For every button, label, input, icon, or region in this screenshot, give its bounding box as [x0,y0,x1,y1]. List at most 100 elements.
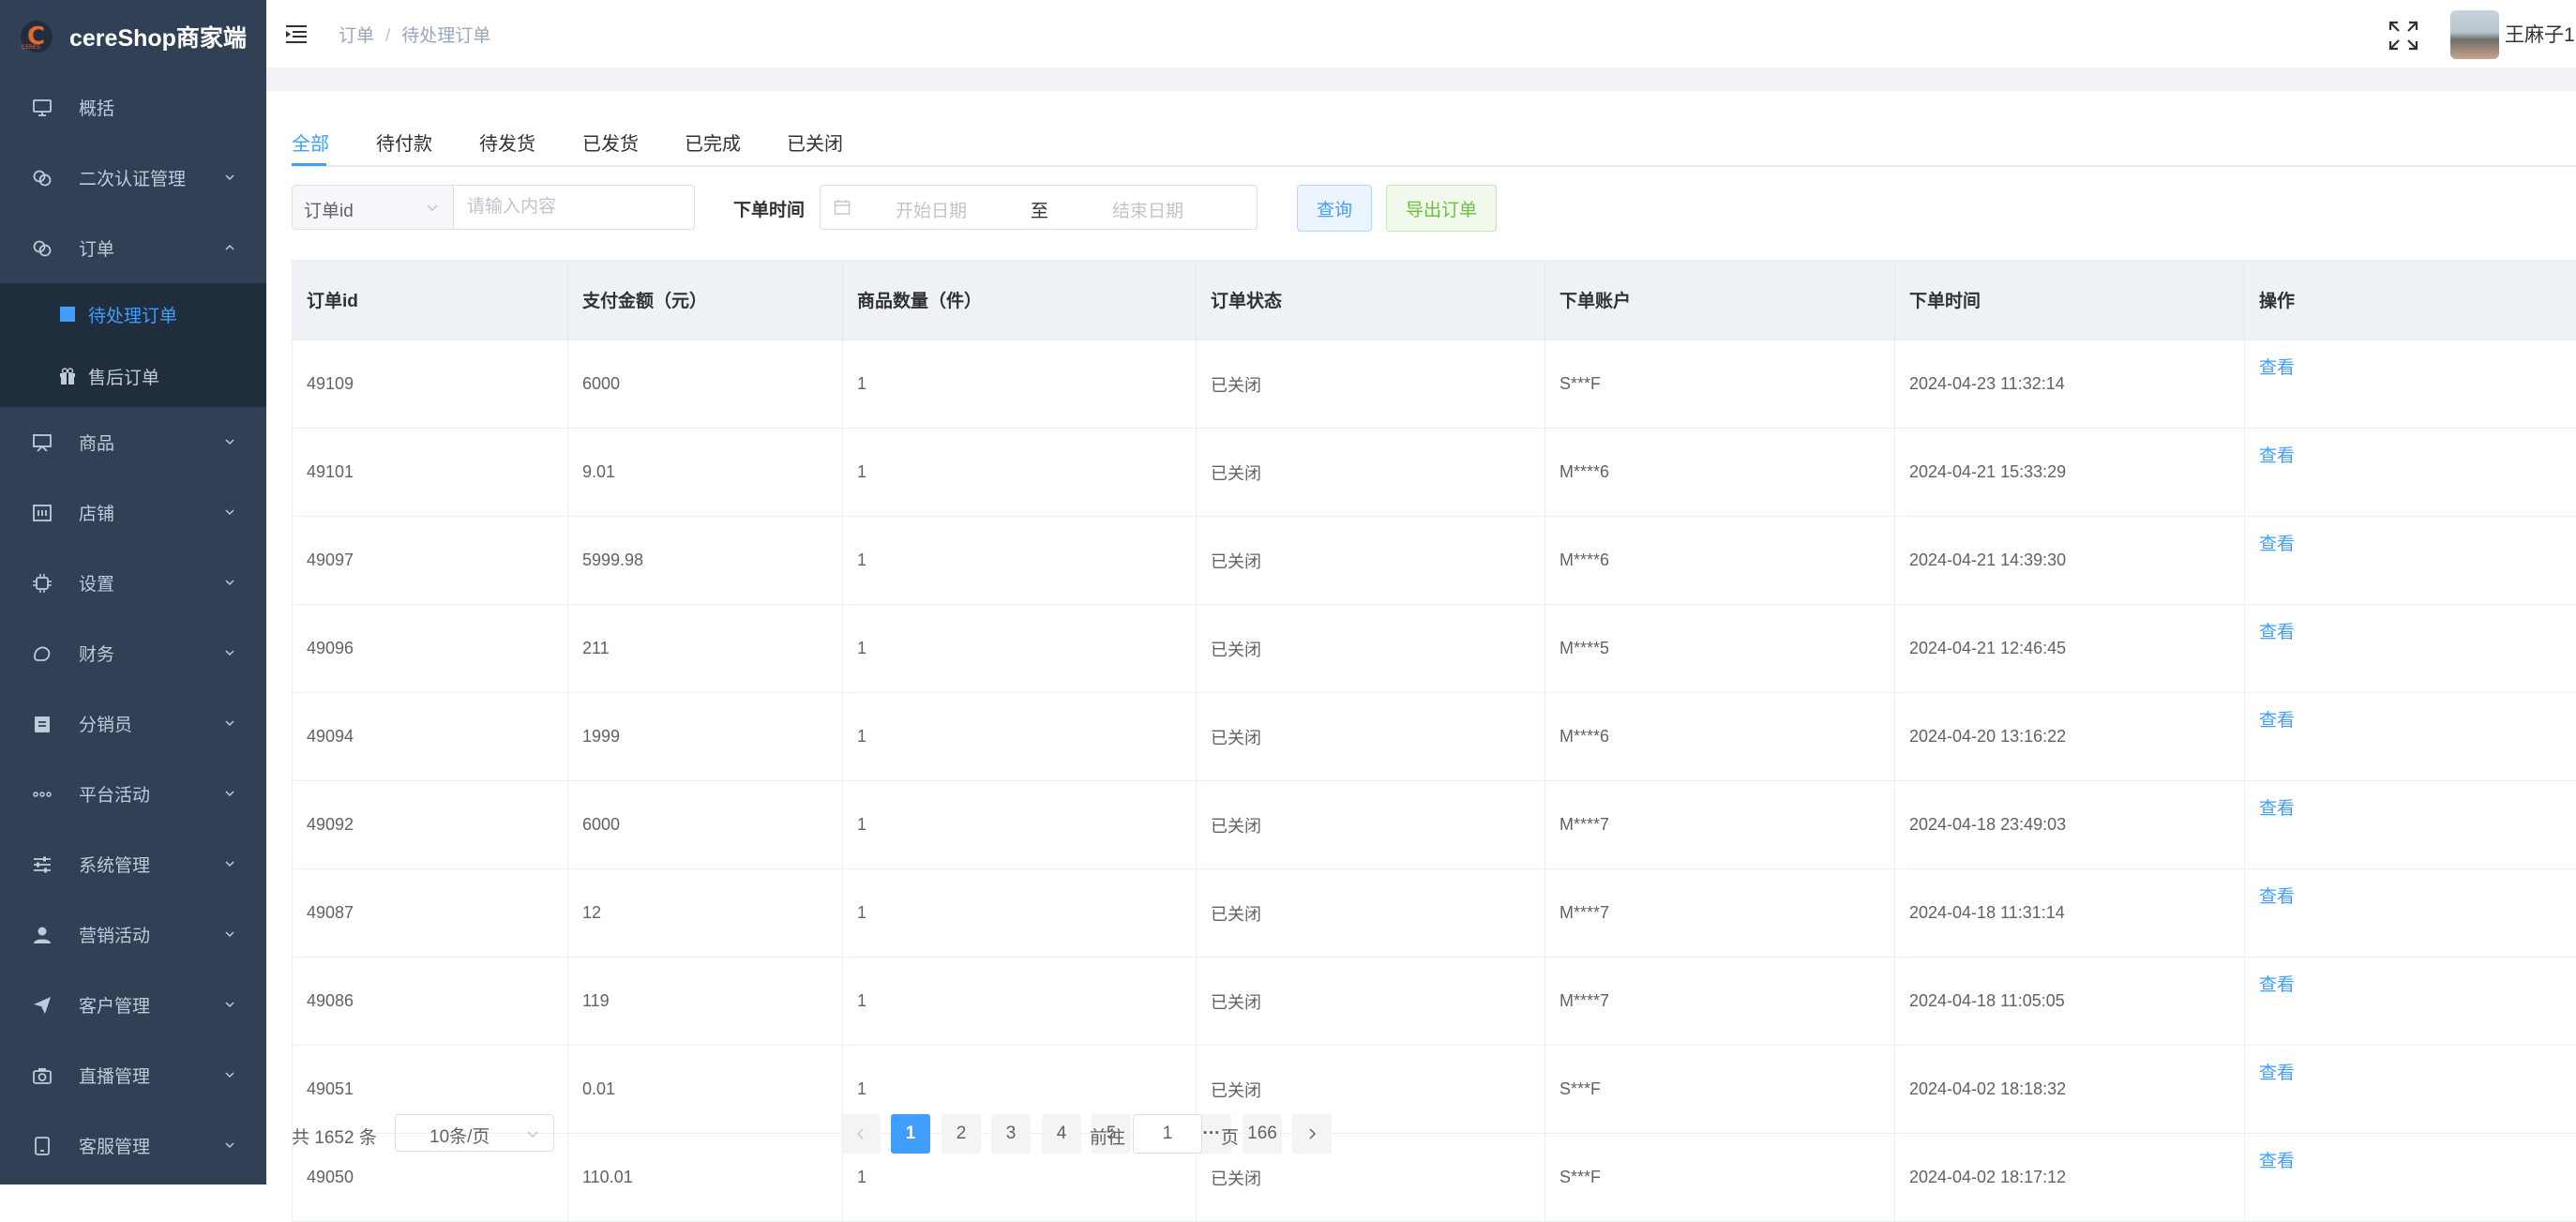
sidebar-item-live[interactable]: 直播管理 [0,1040,266,1110]
sidebar-item-label: 待处理订单 [88,302,177,327]
chevron-left-icon [854,1127,867,1140]
page-button[interactable]: 166 [1243,1114,1282,1154]
amount-cell: 6000 [568,340,843,429]
tab-label: 待发货 [479,134,535,155]
page-button[interactable]: 3 [991,1114,1031,1154]
date-range-picker[interactable]: 开始日期 至 结束日期 [820,185,1258,230]
sidebar-item-store[interactable]: 店铺 [0,477,266,548]
table-row: 49092 6000 1 已关闭 M****7 2024-04-18 23:49… [293,781,2576,869]
gift-icon [58,367,77,385]
view-link[interactable]: 查看 [2259,358,2295,378]
sidebar-item-settings[interactable]: 设置 [0,548,266,618]
view-link[interactable]: 查看 [2259,711,2295,731]
order-id-cell: 49087 [293,869,568,958]
sidebar-item-pending-orders[interactable]: 待处理订单 [0,283,266,345]
next-page-button[interactable] [1292,1114,1332,1154]
time-cell: 2024-04-18 11:31:14 [1895,869,2245,958]
view-link[interactable]: 查看 [2259,1064,2295,1083]
chevron-down-icon [221,504,238,520]
fullscreen-icon[interactable] [2388,21,2418,51]
query-button[interactable]: 查询 [1297,185,1372,232]
app-title: cereShop商家端 [69,20,247,53]
sidebar-item-products[interactable]: 商品 [0,407,266,477]
tablet-icon [32,1136,53,1156]
time-cell: 2024-04-18 23:49:03 [1895,781,2245,869]
user-icon [32,925,53,945]
tab-all[interactable]: 全部 [292,128,329,165]
tab-shipped[interactable]: 已发货 [582,128,639,165]
send-icon [32,995,53,1016]
sidebar-item-label: 客服管理 [79,1133,150,1158]
page-button[interactable]: 1 [891,1114,930,1154]
main-content: 全部 待付款 待发货 已发货 已完成 已关闭 订单id 下单时间 开始日期 至 … [266,91,2576,1184]
sidebar-item-2fa[interactable]: 二次认证管理 [0,143,266,213]
prev-page-button[interactable] [841,1114,881,1154]
status-cell: 已关闭 [1197,693,1545,781]
order-id-cell: 49092 [293,781,568,869]
view-link[interactable]: 查看 [2259,799,2295,819]
view-link[interactable]: 查看 [2259,1152,2295,1171]
sidebar-item-system[interactable]: 系统管理 [0,829,266,899]
clipboard-icon [32,714,53,734]
export-orders-button[interactable]: 导出订单 [1386,185,1497,232]
tab-pending-shipment[interactable]: 待发货 [479,128,535,165]
chip-icon [32,573,53,594]
goto-page-input[interactable] [1133,1114,1202,1154]
order-id-cell: 49101 [293,429,568,517]
sidebar-item-platform-activity[interactable]: 平台活动 [0,759,266,829]
page-button[interactable]: 2 [942,1114,981,1154]
search-input[interactable] [454,185,695,230]
end-date-input[interactable]: 结束日期 [1112,197,1183,222]
chevron-up-icon [221,239,238,256]
sidebar-item-label: 平台活动 [79,781,150,807]
avatar[interactable] [2450,10,2499,59]
view-link[interactable]: 查看 [2259,446,2295,466]
action-cell: 查看 [2245,869,2576,958]
page-button[interactable]: 4 [1042,1114,1081,1154]
cereshop-logo-icon: C CERES [21,21,53,53]
action-cell: 查看 [2245,693,2576,781]
quantity-cell: 1 [843,693,1197,781]
view-link[interactable]: 查看 [2259,535,2295,554]
chevron-down-icon [221,433,238,450]
order-id-cell: 49097 [293,517,568,605]
search-type-value: 订单id [304,202,354,221]
sidebar-item-customers[interactable]: 客户管理 [0,970,266,1040]
time-cell: 2024-04-23 11:32:14 [1895,340,2245,429]
chevron-down-icon [221,785,238,802]
hamburger-icon[interactable] [285,23,308,44]
start-date-input[interactable]: 开始日期 [896,197,967,222]
view-link[interactable]: 查看 [2259,887,2295,907]
sidebar-item-label: 商品 [79,430,114,455]
page-size-select[interactable]: 10条/页 [395,1114,554,1152]
search-type-select[interactable]: 订单id [292,185,454,230]
tab-pending-payment[interactable]: 待付款 [376,128,432,165]
quantity-cell: 1 [843,429,1197,517]
page-size-value: 10条/页 [429,1127,490,1147]
sidebar-item-orders[interactable]: 订单 [0,213,266,283]
username[interactable]: 王麻子1 [2505,20,2576,48]
tab-completed[interactable]: 已完成 [685,128,741,165]
breadcrumb-item-current: 待处理订单 [401,26,490,46]
account-cell: M****6 [1545,429,1895,517]
tab-closed[interactable]: 已关闭 [787,128,843,165]
chevron-down-icon [221,169,238,186]
chevron-down-icon [221,996,238,1013]
table-row: 49109 6000 1 已关闭 S***F 2024-04-23 11:32:… [293,340,2576,429]
breadcrumb-item[interactable]: 订单 [339,26,374,46]
logo[interactable]: C CERES cereShop商家端 [0,0,266,72]
sidebar-item-service[interactable]: 客服管理 [0,1110,266,1181]
sidebar-item-overview[interactable]: 概括 [0,72,266,143]
column-header: 支付金额（元） [568,260,843,340]
chevron-down-icon [221,926,238,943]
view-link[interactable]: 查看 [2259,975,2295,995]
action-cell: 查看 [2245,605,2576,693]
sidebar-item-finance[interactable]: 财务 [0,618,266,688]
chevron-down-icon [221,855,238,872]
sidebar-item-marketing[interactable]: 营销活动 [0,899,266,970]
status-cell: 已关闭 [1197,869,1545,958]
view-link[interactable]: 查看 [2259,623,2295,642]
breadcrumb-separator: / [385,26,390,46]
sidebar-item-distributors[interactable]: 分销员 [0,688,266,759]
sidebar-item-aftersale-orders[interactable]: 售后订单 [0,345,266,407]
